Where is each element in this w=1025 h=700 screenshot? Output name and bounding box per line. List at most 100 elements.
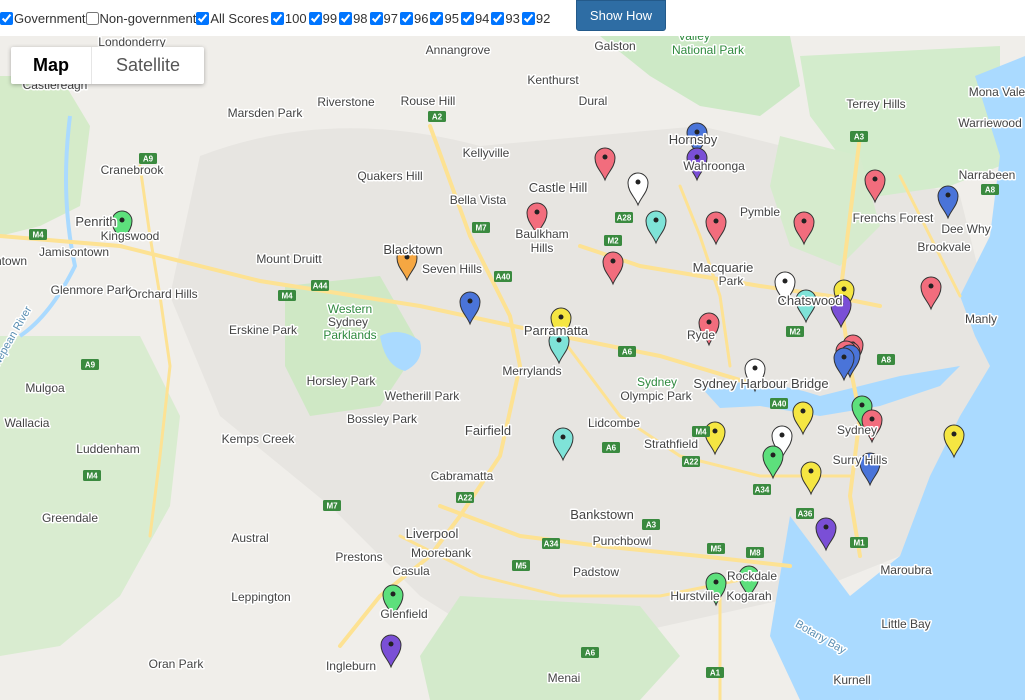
svg-text:A22: A22 [458, 494, 473, 503]
place-label: Kenthurst [527, 73, 579, 87]
place-label: Baulkham [515, 227, 568, 241]
svg-text:M4: M4 [281, 292, 293, 301]
checkbox-score-99[interactable] [308, 11, 322, 25]
svg-text:M2: M2 [789, 328, 801, 337]
place-label: Macquarie [693, 260, 754, 275]
road-shield: A9 [81, 359, 99, 370]
road-shield: A1 [706, 667, 724, 678]
checkbox-score-93[interactable] [491, 11, 505, 25]
filter-score-99[interactable]: 99 [308, 11, 337, 26]
place-label: Liverpool [406, 526, 459, 541]
filter-score-97[interactable]: 97 [369, 11, 398, 26]
svg-text:M5: M5 [710, 545, 722, 554]
road-shield: M2 [786, 326, 804, 337]
place-label: Castle Hill [529, 180, 588, 195]
checkbox-all-scores[interactable] [196, 11, 210, 25]
road-shield: M7 [323, 500, 341, 511]
filter-score-100[interactable]: 100 [270, 11, 307, 26]
road-shield: A44 [311, 280, 329, 291]
checkbox-score-95[interactable] [430, 11, 444, 25]
road-shield: A22 [682, 456, 700, 467]
place-label: Dural [579, 94, 608, 108]
place-label: Strathfield [644, 437, 698, 451]
place-label: Leppington [231, 590, 290, 604]
filter-score-94[interactable]: 94 [460, 11, 489, 26]
place-label: Brookvale [917, 240, 971, 254]
place-label: Prestons [335, 550, 382, 564]
road-shield: M2 [604, 235, 622, 246]
place-label: Cabramatta [431, 469, 494, 483]
place-label: Park [719, 274, 745, 288]
svg-text:A28: A28 [617, 214, 632, 223]
map-type-map-button[interactable]: Map [11, 47, 91, 84]
place-label: Rockdale [727, 569, 777, 583]
svg-text:A34: A34 [544, 540, 559, 549]
map-type-satellite-button[interactable]: Satellite [91, 47, 204, 84]
place-label: Padstow [573, 565, 619, 579]
svg-text:A8: A8 [985, 186, 996, 195]
filter-non-government[interactable]: Non-government [85, 11, 196, 26]
svg-text:A44: A44 [313, 282, 328, 291]
road-shield: M5 [707, 543, 725, 554]
road-shield: A8 [877, 354, 895, 365]
place-label: Mount Druitt [256, 252, 322, 266]
place-label: Frenchs Forest [853, 211, 934, 225]
place-label: Warriewood [958, 116, 1022, 130]
checkbox-government[interactable] [0, 11, 13, 25]
checkbox-score-97[interactable] [369, 11, 383, 25]
svg-text:A22: A22 [684, 458, 699, 467]
place-label: Little Bay [881, 617, 930, 631]
place-label: Horsley Park [307, 374, 377, 388]
svg-text:M8: M8 [749, 549, 761, 558]
road-shield: A6 [581, 647, 599, 658]
place-label: Ingleburn [326, 659, 376, 673]
checkbox-score-100[interactable] [270, 11, 284, 25]
place-label: Hornsby [669, 132, 718, 147]
filter-toolbar: Government Non-government All Scores 100… [0, 0, 1025, 36]
road-shield: A6 [618, 346, 636, 357]
svg-text:A40: A40 [772, 400, 787, 409]
checkbox-score-92[interactable] [521, 11, 535, 25]
map-view[interactable]: Londonderry Annangrove Galston Valley Nation… [0, 36, 1025, 700]
place-label: Sydney [837, 423, 877, 437]
place-label: Western [328, 302, 372, 316]
place-label: Rouse Hill [401, 94, 456, 108]
road-shield: A9 [139, 153, 157, 164]
svg-text:M4: M4 [695, 428, 707, 437]
place-label: Wallacia [5, 416, 50, 430]
place-label: Oran Park [149, 657, 205, 671]
place-label: Surry Hills [833, 453, 888, 467]
place-label: Sydney [637, 375, 677, 389]
map-canvas[interactable]: LondonderryAnnangrove GalstonValleyNation… [0, 36, 1025, 700]
show-how-button[interactable]: Show How [576, 0, 666, 31]
filter-score-92[interactable]: 92 [521, 11, 550, 26]
filter-score-95[interactable]: 95 [430, 11, 459, 26]
road-shield: A2 [428, 111, 446, 122]
place-label: Jamisontown [39, 245, 109, 259]
place-label: Orchard Hills [128, 287, 197, 301]
place-label: Pymble [740, 205, 780, 219]
filter-government[interactable]: Government [0, 11, 86, 26]
road-shield: M4 [29, 229, 47, 240]
checkbox-non-government[interactable] [85, 11, 99, 25]
filter-all-scores[interactable]: All Scores [196, 11, 269, 26]
place-label: Fairfield [465, 423, 511, 438]
filter-score-93[interactable]: 93 [491, 11, 520, 26]
road-shield: M4 [278, 290, 296, 301]
checkbox-score-96[interactable] [400, 11, 414, 25]
svg-text:A9: A9 [85, 361, 96, 370]
place-label: Moorebank [411, 546, 472, 560]
place-label: Annangrove [426, 43, 491, 57]
filter-score-98[interactable]: 98 [339, 11, 368, 26]
place-label: Erskine Park [229, 323, 298, 337]
place-label: Kogarah [726, 589, 771, 603]
checkbox-score-98[interactable] [339, 11, 353, 25]
place-label: Valley [678, 36, 710, 43]
place-label: Bossley Park [347, 412, 418, 426]
filter-score-96[interactable]: 96 [400, 11, 428, 26]
svg-text:M4: M4 [86, 472, 98, 481]
checkbox-score-94[interactable] [460, 11, 474, 25]
place-label: Terrey Hills [846, 97, 905, 111]
road-shield: A28 [615, 212, 633, 223]
place-label: Kellyville [463, 146, 510, 160]
